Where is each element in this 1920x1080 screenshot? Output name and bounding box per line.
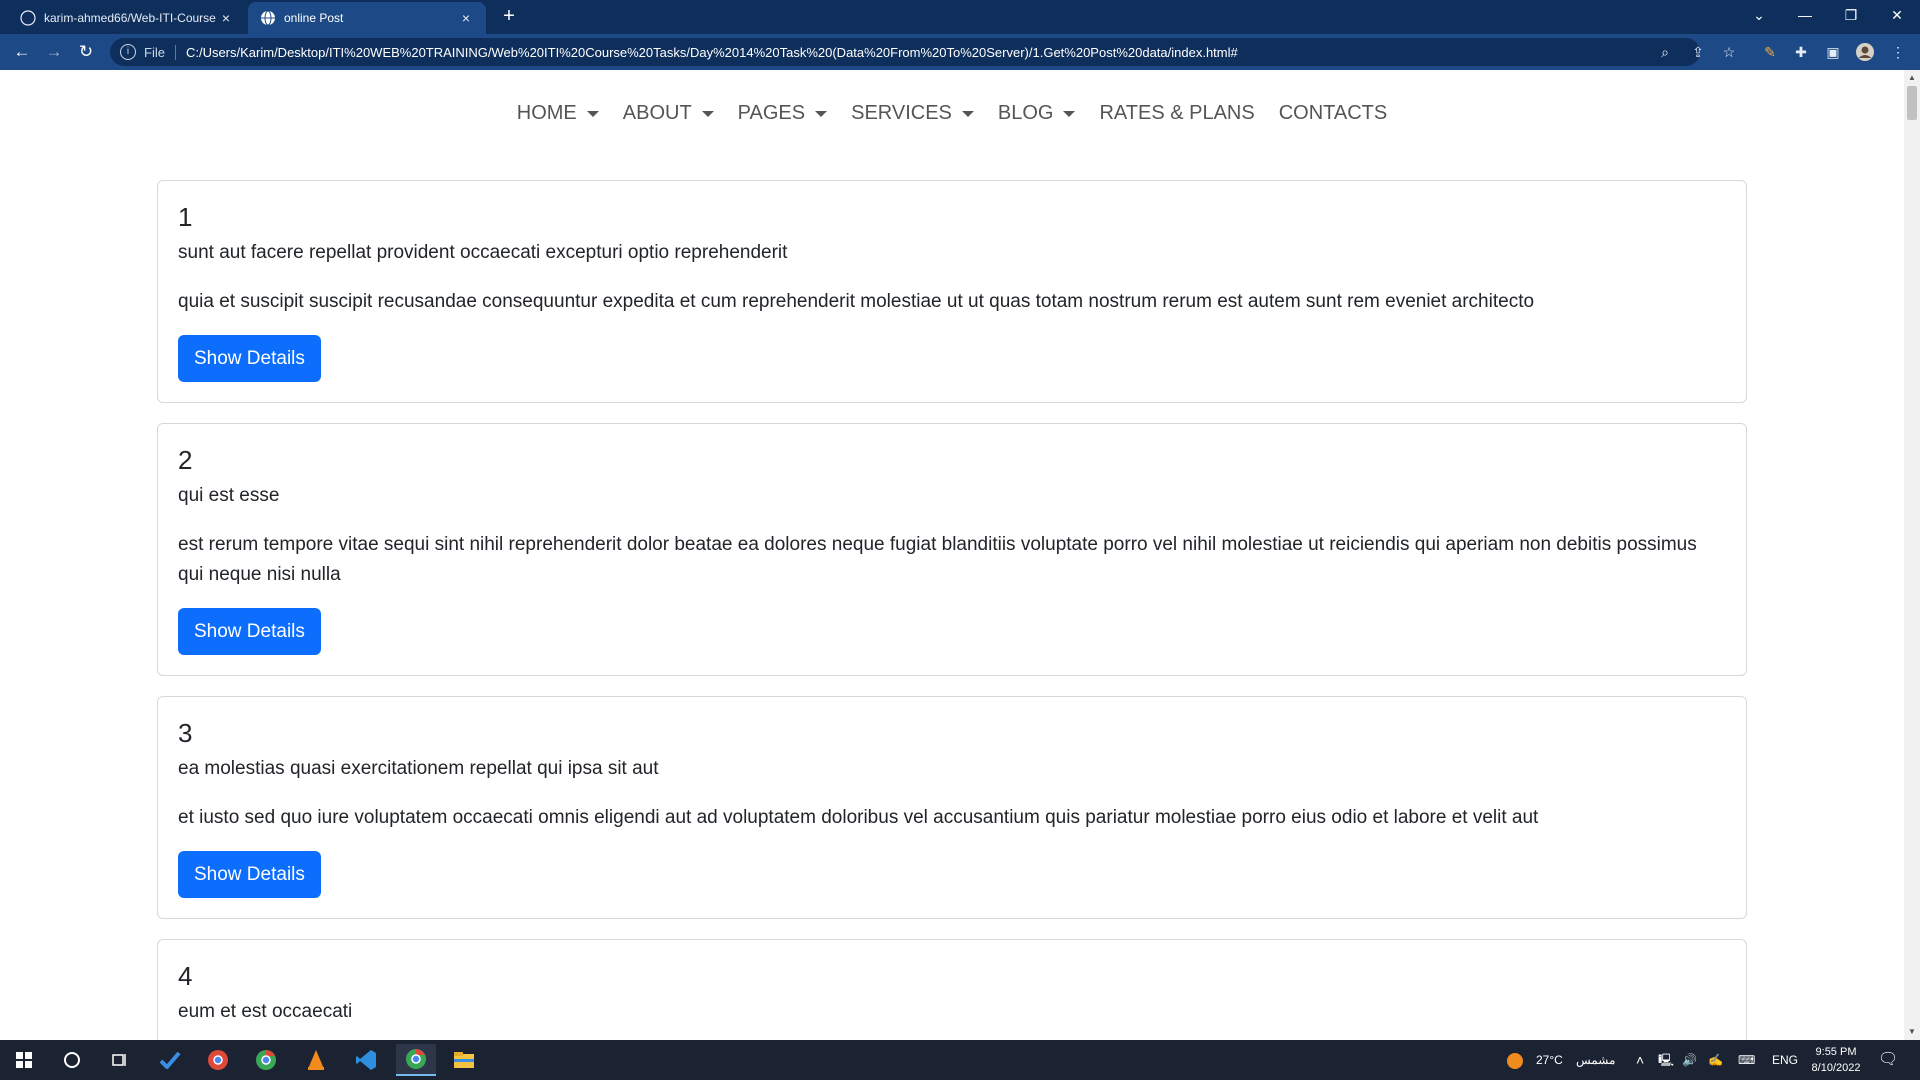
file-explorer-icon[interactable] xyxy=(444,1044,484,1076)
caret-down-icon xyxy=(815,110,828,117)
language-indicator[interactable]: ENG xyxy=(1772,1040,1798,1080)
clock-date: 8/10/2022 xyxy=(1811,1062,1861,1074)
tab-close-button[interactable]: × xyxy=(218,10,234,26)
github-icon xyxy=(20,10,36,26)
chrome-canary-icon[interactable] xyxy=(198,1044,238,1076)
post-id: 1 xyxy=(178,202,193,232)
browser-tab-strip: karim-ahmed66/Web-ITI-Course × online Po… xyxy=(0,0,1920,34)
nav-item-blog[interactable]: BLOG xyxy=(998,102,1076,125)
post-title: sunt aut facere repellat provident occae… xyxy=(178,242,788,263)
caret-down-icon xyxy=(701,110,714,117)
scroll-up-icon[interactable]: ▲ xyxy=(1908,74,1916,82)
nav-item-rates-plans[interactable]: RATES & PLANS xyxy=(1099,102,1254,125)
nav-label: PAGES xyxy=(737,102,806,124)
post-title: ea molestias quasi exercitationem repell… xyxy=(178,758,659,779)
nav-label: ABOUT xyxy=(622,102,692,124)
vscode-icon[interactable] xyxy=(346,1044,386,1076)
show-details-button[interactable]: Show Details xyxy=(178,851,321,898)
tab-github[interactable]: karim-ahmed66/Web-ITI-Course × xyxy=(8,2,246,34)
post-body: quia et suscipit suscipit recusandae con… xyxy=(178,291,1535,312)
tab-close-button[interactable]: × xyxy=(458,10,474,26)
scroll-thumb[interactable] xyxy=(1907,86,1917,120)
nav-item-home[interactable]: HOME xyxy=(517,102,599,125)
nav-item-contacts[interactable]: CONTACTS xyxy=(1279,102,1388,125)
windows-start-icon[interactable] xyxy=(4,1044,44,1076)
caret-down-icon xyxy=(586,110,599,117)
chrome-icon[interactable] xyxy=(246,1044,286,1076)
page-viewport: HOME ABOUT PAGES SERVICES BLOG RATES & P… xyxy=(0,70,1904,1040)
profile-icon[interactable] xyxy=(1855,42,1875,62)
post-card: 3 ea molestias quasi exercitationem repe… xyxy=(157,696,1747,919)
search-icon[interactable] xyxy=(52,1044,92,1076)
post-card: 4 eum et est occaecati xyxy=(157,939,1747,1040)
star-icon[interactable]: ☆ xyxy=(1719,42,1739,62)
nav-label: HOME xyxy=(516,102,577,124)
zoom-icon[interactable]: ⌕ xyxy=(1655,42,1675,62)
main-nav: HOME ABOUT PAGES SERVICES BLOG RATES & P… xyxy=(0,102,1904,125)
tab-title: karim-ahmed66/Web-ITI-Course xyxy=(44,11,216,25)
keyboard-icon[interactable]: ⌨ xyxy=(1738,1040,1755,1080)
close-window-button[interactable]: ✕ xyxy=(1874,0,1920,30)
clock-time: 9:55 PM xyxy=(1815,1046,1857,1058)
extensions-icon[interactable]: ✚ xyxy=(1791,42,1811,62)
globe-icon xyxy=(261,10,275,26)
nav-label: BLOG xyxy=(997,102,1054,124)
weather-label[interactable]: مشمس xyxy=(1576,1040,1615,1080)
minimize-button[interactable]: — xyxy=(1782,0,1828,30)
chrome-active-icon[interactable] xyxy=(396,1044,436,1076)
nav-label: SERVICES xyxy=(851,102,952,124)
network-icon[interactable]: 🖳 xyxy=(1658,1040,1674,1080)
clock[interactable]: 9:55 PM 8/10/2022 xyxy=(1806,1044,1866,1076)
weather-icon[interactable] xyxy=(1506,1040,1524,1080)
vertical-scrollbar[interactable]: ▲ ▼ xyxy=(1904,70,1920,1040)
sidepanel-icon[interactable]: ▣ xyxy=(1823,42,1843,62)
caret-down-icon xyxy=(961,110,974,117)
show-details-button[interactable]: Show Details xyxy=(178,608,321,655)
scheme-label: File xyxy=(144,44,176,60)
weather-temp[interactable]: 27°C xyxy=(1536,1040,1563,1080)
post-id: 4 xyxy=(178,961,193,991)
share-icon[interactable]: ⇪ xyxy=(1688,42,1708,62)
caret-down-icon xyxy=(1063,110,1076,117)
new-tab-button[interactable]: + xyxy=(498,6,520,28)
tab-search-icon[interactable]: ⌄ xyxy=(1736,0,1782,30)
pen-icon[interactable]: ✎ xyxy=(1760,42,1780,62)
menu-icon[interactable]: ⋮ xyxy=(1888,42,1908,62)
volume-icon[interactable]: 🔊 xyxy=(1682,1040,1697,1080)
show-details-button[interactable]: Show Details xyxy=(178,335,321,382)
scroll-down-icon[interactable]: ▼ xyxy=(1908,1028,1916,1036)
tab-title: online Post xyxy=(284,11,344,25)
url-text[interactable]: C:/Users/Karim/Desktop/ITI%20WEB%20TRAIN… xyxy=(186,45,1238,60)
browser-toolbar: ← → ↻ i File C:/Users/Karim/Desktop/ITI%… xyxy=(0,34,1920,70)
notifications-icon[interactable]: 🗨 xyxy=(1878,1040,1898,1080)
forward-button[interactable]: → xyxy=(42,40,66,64)
nav-label: CONTACTS xyxy=(1278,102,1388,124)
post-body: et iusto sed quo iure voluptatem occaeca… xyxy=(178,807,1539,828)
taskbar: 27°C مشمس ˄ 🖳 🔊 ✍ ⌨ ENG 9:55 PM 8/10/202… xyxy=(0,1040,1920,1080)
post-card: 1 sunt aut facere repellat provident occ… xyxy=(157,180,1747,403)
post-id: 3 xyxy=(178,718,193,748)
post-title: eum et est occaecati xyxy=(178,1001,353,1022)
tab-online-post[interactable]: online Post × xyxy=(248,2,486,34)
post-body: est rerum tempore vitae sequi sint nihil… xyxy=(178,534,1697,585)
back-button[interactable]: ← xyxy=(10,40,34,64)
tray-chevron-up-icon[interactable]: ˄ xyxy=(1636,1040,1644,1080)
post-card: 2 qui est esse est rerum tempore vitae s… xyxy=(157,423,1747,676)
nav-item-pages[interactable]: PAGES xyxy=(737,102,828,125)
post-list: 1 sunt aut facere repellat provident occ… xyxy=(157,180,1747,1040)
post-id: 2 xyxy=(178,445,193,475)
post-title: qui est esse xyxy=(178,485,280,506)
task-view-icon[interactable] xyxy=(100,1044,140,1076)
nav-item-services[interactable]: SERVICES xyxy=(851,102,974,125)
todo-icon[interactable] xyxy=(150,1044,190,1076)
restore-button[interactable]: ❐ xyxy=(1828,0,1874,30)
nav-item-about[interactable]: ABOUT xyxy=(623,102,714,125)
nav-label: RATES & PLANS xyxy=(1099,102,1255,124)
pen-ink-icon[interactable]: ✍ xyxy=(1708,1040,1723,1080)
reload-button[interactable]: ↻ xyxy=(74,40,98,64)
vlc-icon[interactable] xyxy=(296,1044,336,1076)
info-icon[interactable]: i xyxy=(120,44,136,60)
address-bar[interactable]: i File C:/Users/Karim/Desktop/ITI%20WEB%… xyxy=(110,38,1700,66)
